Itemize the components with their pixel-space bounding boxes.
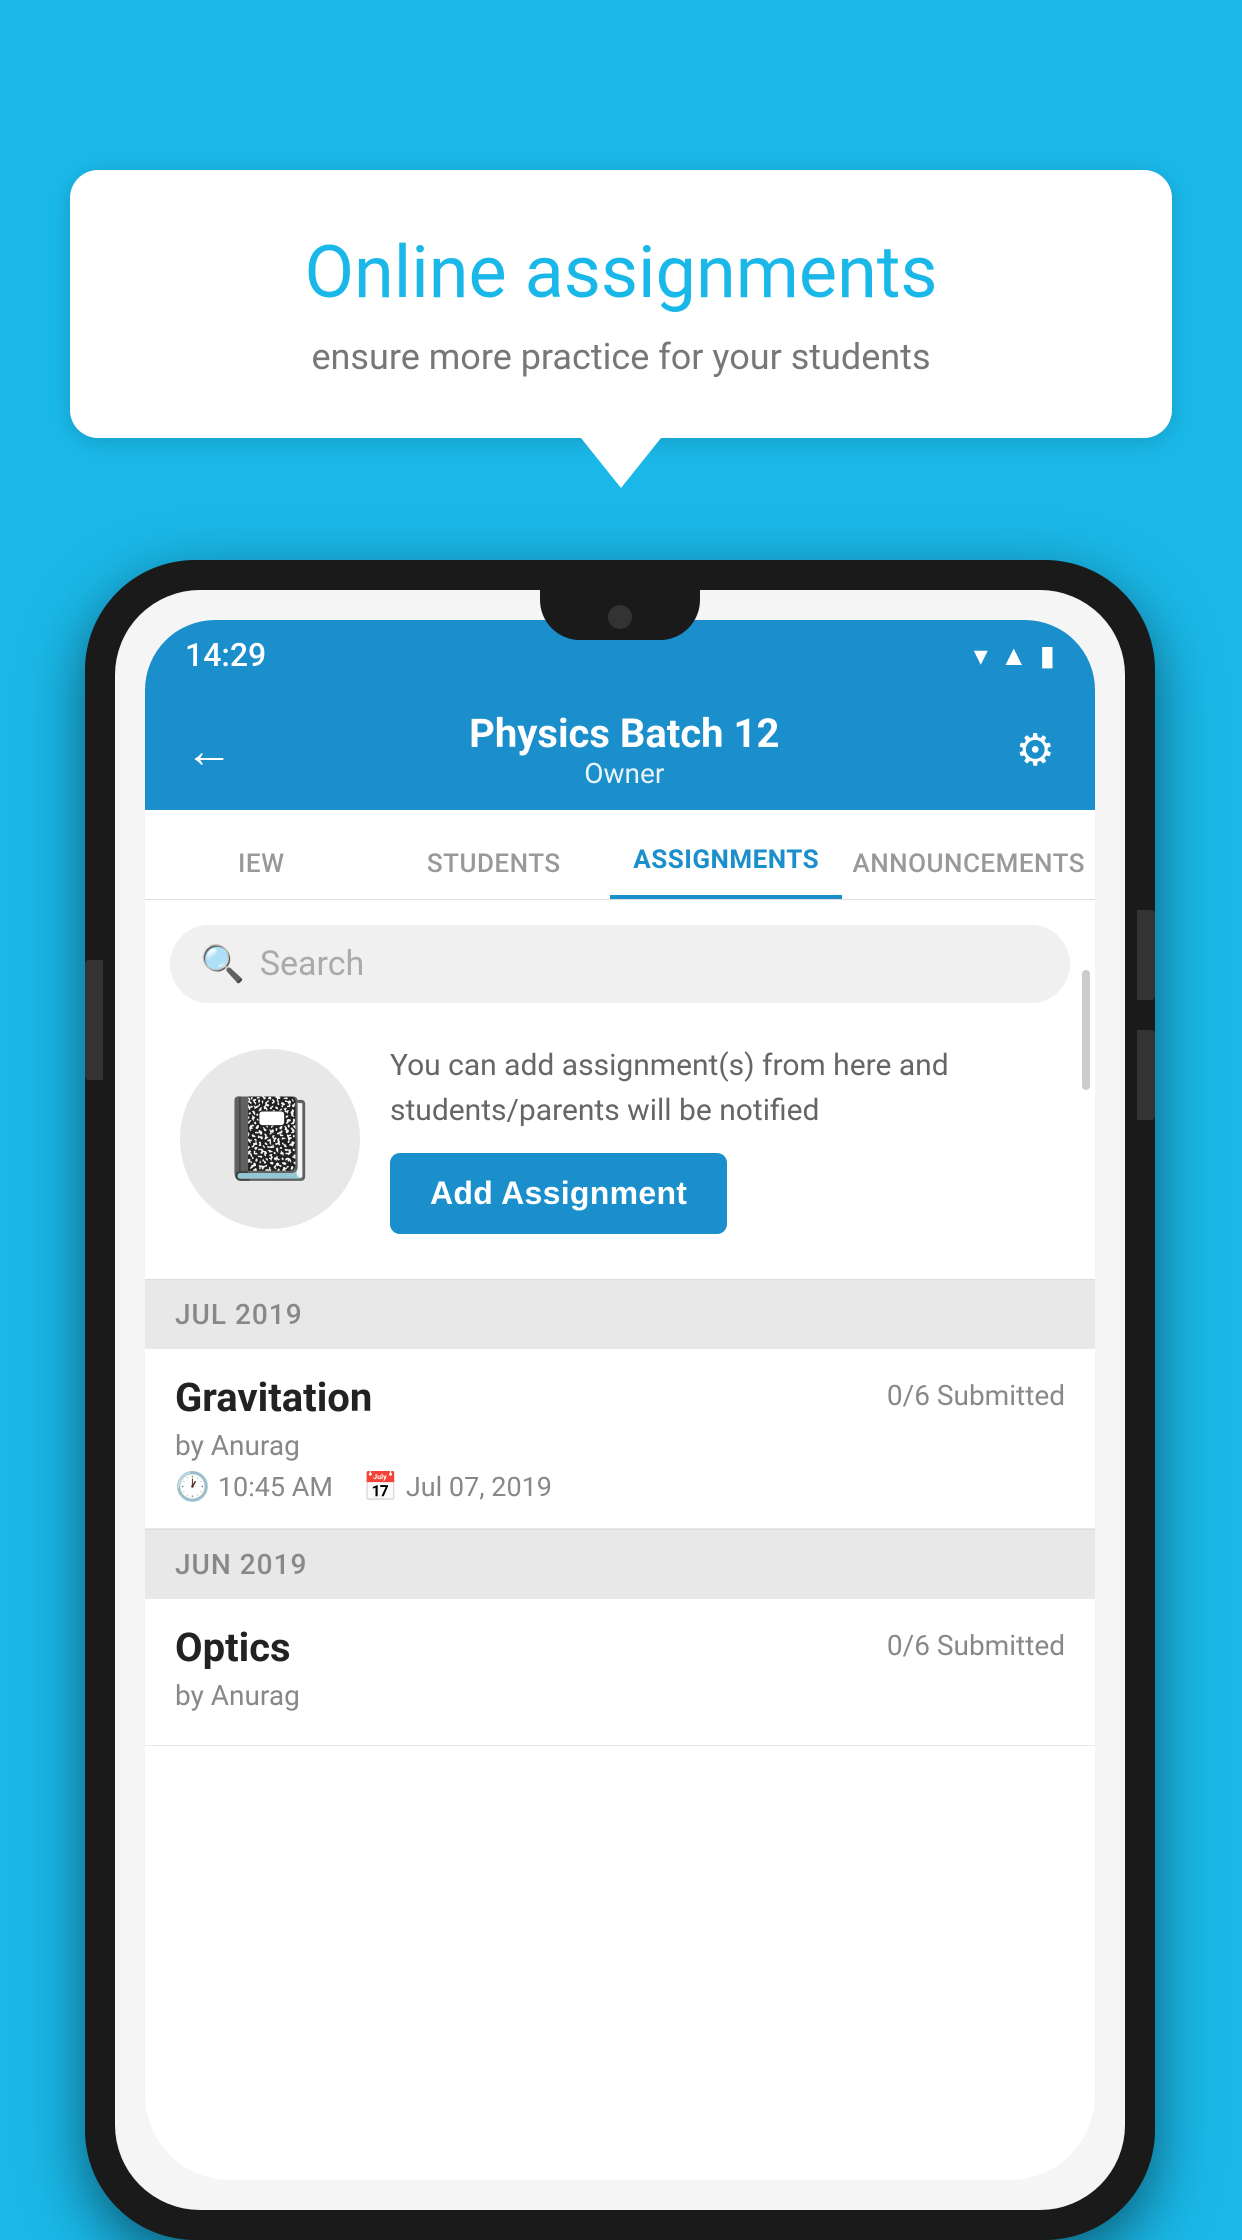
speech-bubble: Online assignments ensure more practice …: [70, 170, 1172, 438]
header-title: Physics Batch 12: [469, 710, 779, 757]
phone-screen: 14:29 ▾ ▲ ▮ ← Physics Batch 12 Owner ⚙ I…: [115, 590, 1125, 2210]
promo-card: 📓 You can add assignment(s) from here an…: [170, 1023, 1070, 1254]
phone-frame: 14:29 ▾ ▲ ▮ ← Physics Batch 12 Owner ⚙ I…: [85, 560, 1155, 2240]
power-button: [1137, 910, 1155, 1000]
clock-icon: 🕐: [175, 1470, 210, 1503]
assignment-date: Jul 07, 2019: [406, 1471, 552, 1503]
signal-icon: ▲: [1000, 639, 1028, 672]
volume-button: [85, 960, 103, 1080]
assignment-time: 10:45 AM: [218, 1471, 333, 1503]
speech-bubble-tail: [581, 438, 661, 488]
tabs-container: IEW STUDENTS ASSIGNMENTS ANNOUNCEMENTS: [145, 810, 1095, 900]
camera: [608, 605, 632, 629]
search-icon: 🔍: [200, 943, 245, 985]
tab-announcements[interactable]: ANNOUNCEMENTS: [842, 829, 1095, 899]
assignment-submitted: 0/6 Submitted: [887, 1379, 1065, 1412]
status-time: 14:29: [185, 636, 266, 674]
header-subtitle: Owner: [469, 757, 779, 790]
assignment-by: by Anurag: [175, 1429, 1065, 1462]
status-icons: ▾ ▲ ▮: [974, 639, 1055, 672]
promo-text: You can add assignment(s) from here and …: [390, 1043, 1060, 1133]
tab-assignments[interactable]: ASSIGNMENTS: [610, 825, 842, 899]
notebook-icon: 📓: [220, 1092, 320, 1186]
date-item: 📅 Jul 07, 2019: [363, 1470, 552, 1503]
assignment-by-optics: by Anurag: [175, 1679, 1065, 1712]
assignment-item-optics[interactable]: Optics 0/6 Submitted by Anurag: [145, 1599, 1095, 1746]
assignment-name: Gravitation: [175, 1374, 372, 1421]
battery-icon: ▮: [1040, 639, 1055, 672]
search-bar[interactable]: 🔍 Search: [170, 925, 1070, 1003]
assignment-item-gravitation[interactable]: Gravitation 0/6 Submitted by Anurag 🕐 10…: [145, 1349, 1095, 1529]
settings-icon[interactable]: ⚙: [1016, 724, 1055, 776]
assignment-top-row-2: Optics 0/6 Submitted: [175, 1624, 1065, 1671]
bubble-title: Online assignments: [140, 230, 1102, 316]
content-area: 🔍 Search 📓 You can add assignment(s) fro…: [145, 900, 1095, 2180]
tab-students[interactable]: STUDENTS: [377, 829, 609, 899]
assignment-name-optics: Optics: [175, 1624, 291, 1671]
calendar-icon: 📅: [363, 1470, 398, 1503]
notch: [540, 590, 700, 640]
time-item: 🕐 10:45 AM: [175, 1470, 333, 1503]
tab-iew[interactable]: IEW: [145, 829, 377, 899]
add-assignment-button[interactable]: Add Assignment: [390, 1153, 727, 1234]
section-header-jul: JUL 2019: [145, 1279, 1095, 1349]
power-button-2: [1137, 1030, 1155, 1120]
bubble-subtitle: ensure more practice for your students: [140, 336, 1102, 378]
header-title-group: Physics Batch 12 Owner: [469, 710, 779, 790]
speech-bubble-container: Online assignments ensure more practice …: [70, 170, 1172, 488]
assignment-submitted-optics: 0/6 Submitted: [887, 1629, 1065, 1662]
search-placeholder: Search: [260, 944, 364, 984]
promo-icon-circle: 📓: [180, 1049, 360, 1229]
section-header-jun: JUN 2019: [145, 1529, 1095, 1599]
scroll-indicator: [1082, 970, 1090, 1090]
assignment-top-row: Gravitation 0/6 Submitted: [175, 1374, 1065, 1421]
back-button[interactable]: ←: [185, 722, 233, 779]
wifi-icon: ▾: [974, 639, 988, 672]
app-header: ← Physics Batch 12 Owner ⚙: [145, 690, 1095, 810]
assignment-time-row: 🕐 10:45 AM 📅 Jul 07, 2019: [175, 1470, 1065, 1503]
promo-content: You can add assignment(s) from here and …: [390, 1043, 1060, 1234]
